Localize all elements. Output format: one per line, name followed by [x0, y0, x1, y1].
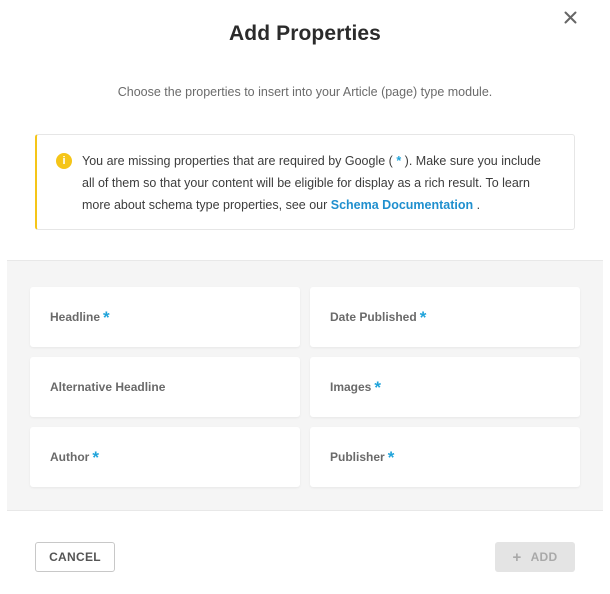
cancel-button[interactable]: CANCEL: [35, 542, 115, 572]
notice-text-1: You are missing properties that are requ…: [82, 154, 393, 168]
property-label: Images: [330, 380, 372, 394]
required-star: *: [419, 308, 427, 327]
modal-subtitle: Choose the properties to insert into you…: [117, 85, 493, 99]
property-card-author[interactable]: Author *: [30, 427, 300, 487]
add-button[interactable]: + ADD: [495, 542, 575, 572]
property-card-date-published[interactable]: Date Published *: [310, 287, 580, 347]
property-card-publisher[interactable]: Publisher *: [310, 427, 580, 487]
plus-icon: +: [512, 548, 522, 566]
notice-required-star: *: [396, 154, 402, 168]
property-label: Author: [50, 450, 90, 464]
notice-text-3: .: [476, 198, 481, 212]
property-card-images[interactable]: Images *: [310, 357, 580, 417]
add-properties-modal: Add Properties Choose the properties to …: [0, 0, 610, 594]
required-star: *: [387, 448, 395, 467]
required-star: *: [103, 308, 110, 327]
info-icon: i: [56, 153, 72, 169]
add-button-label: ADD: [530, 550, 558, 564]
properties-grid: Headline * Date Published * Alternative …: [7, 260, 603, 511]
missing-properties-notice: i You are missing properties that are re…: [35, 134, 575, 230]
required-star: *: [92, 448, 99, 467]
property-card-alternative-headline[interactable]: Alternative Headline: [30, 357, 300, 417]
property-label: Date Published: [330, 310, 417, 324]
schema-documentation-link[interactable]: Schema Documentation: [331, 198, 473, 212]
modal-title: Add Properties: [229, 22, 381, 45]
property-label: Alternative Headline: [50, 380, 166, 394]
property-card-headline[interactable]: Headline *: [30, 287, 300, 347]
property-label: Publisher: [330, 450, 385, 464]
property-label: Headline: [50, 310, 101, 324]
required-star: *: [374, 378, 381, 397]
